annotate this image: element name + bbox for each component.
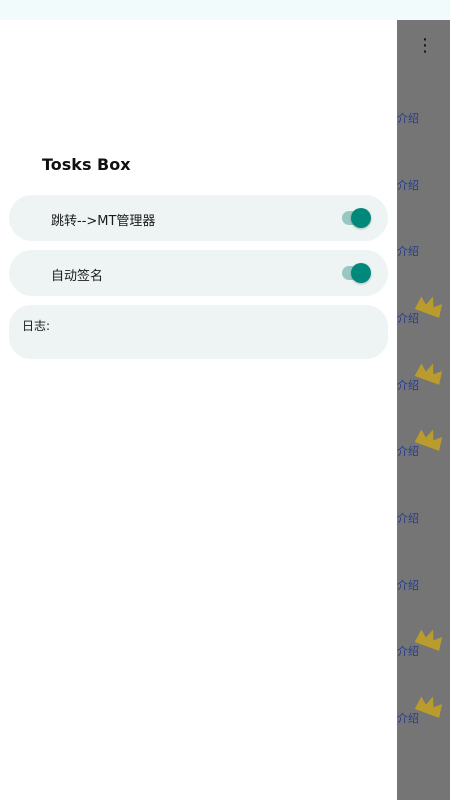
navigation-drawer: Tosks Box 跳转-->MT管理器 自动签名 日志: [0,20,397,800]
list-item-text: 介绍 [397,579,419,592]
list-item[interactable]: 介绍 [397,296,450,340]
list-item[interactable]: 介绍 [397,567,450,607]
setting-row-auto-sign[interactable]: 自动签名 [9,250,388,296]
list-item[interactable]: 介绍 [397,363,450,407]
switch-thumb [351,263,371,283]
list-item[interactable]: 介绍 [397,167,450,207]
setting-row-mt-manager[interactable]: 跳转-->MT管理器 [9,195,388,241]
list-item[interactable]: 介绍 [397,629,450,673]
list-item-text: 介绍 [397,512,419,525]
drawer-title: Tosks Box [42,155,131,174]
log-label: 日志: [22,319,51,333]
list-item-text: 介绍 [397,712,419,725]
list-item-text: 介绍 [397,445,419,458]
background-app[interactable]: ⋮ 介绍 介绍 介绍 介绍 介绍 介绍 介绍 介绍 介绍 介绍 [397,20,450,800]
setting-label: 跳转-->MT管理器 [51,214,156,229]
log-panel: 日志: [9,305,388,359]
auto-sign-toggle[interactable] [342,263,371,283]
status-bar [0,0,450,20]
list-item[interactable]: 介绍 [397,500,450,540]
list-item[interactable]: 介绍 [397,696,450,740]
list-item-text: 介绍 [397,312,419,325]
list-item[interactable]: 介绍 [397,100,450,140]
list-item-text: 介绍 [397,245,419,258]
list-item-text: 介绍 [397,179,419,192]
setting-label: 自动签名 [51,269,104,284]
more-vert-icon[interactable]: ⋮ [416,36,434,56]
switch-thumb [351,208,371,228]
list-item[interactable]: 介绍 [397,429,450,473]
list-item[interactable]: 介绍 [397,233,450,273]
mt-manager-toggle[interactable] [342,208,371,228]
list-item-text: 介绍 [397,645,419,658]
list-item-text: 介绍 [397,379,419,392]
list-item-text: 介绍 [397,112,419,125]
